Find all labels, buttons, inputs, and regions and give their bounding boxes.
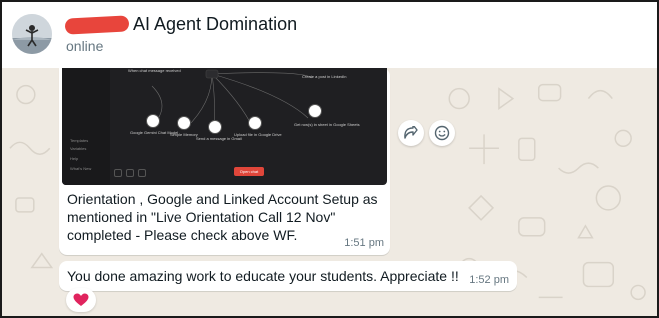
react-button[interactable] [429, 120, 455, 146]
message-timestamp: 1:52 pm [469, 274, 509, 286]
open-chat-button: Open chat [234, 167, 264, 176]
forward-icon [404, 126, 418, 139]
contact-status: online [66, 38, 104, 54]
heart-icon [73, 293, 89, 306]
message-timestamp: 1:51 pm [344, 237, 384, 249]
image-attachment[interactable]: Templates Variables Help What's New When… [62, 68, 387, 185]
forward-button[interactable] [398, 120, 424, 146]
message-bubble[interactable]: Templates Variables Help What's New When… [59, 68, 390, 255]
message-reaction[interactable] [66, 288, 96, 312]
avatar[interactable] [12, 14, 52, 54]
chat-window: AI Agent Domination online Templates Var… [0, 0, 659, 318]
gemini-node-icon [146, 114, 160, 128]
redaction-mark [64, 15, 130, 35]
message-text: Orientation , Google and Linked Account … [67, 191, 378, 243]
drive-node-icon [248, 116, 262, 130]
smiley-icon [434, 125, 450, 141]
gmail-node-icon [208, 120, 222, 134]
sheets-node-icon [308, 104, 322, 118]
memory-node-icon [177, 116, 191, 130]
chat-header[interactable]: AI Agent Domination online [2, 2, 657, 68]
message-bubble[interactable]: You done amazing work to educate your st… [59, 261, 517, 291]
contact-name: AI Agent Domination [133, 14, 298, 34]
message-text: You done amazing work to educate your st… [67, 268, 459, 284]
